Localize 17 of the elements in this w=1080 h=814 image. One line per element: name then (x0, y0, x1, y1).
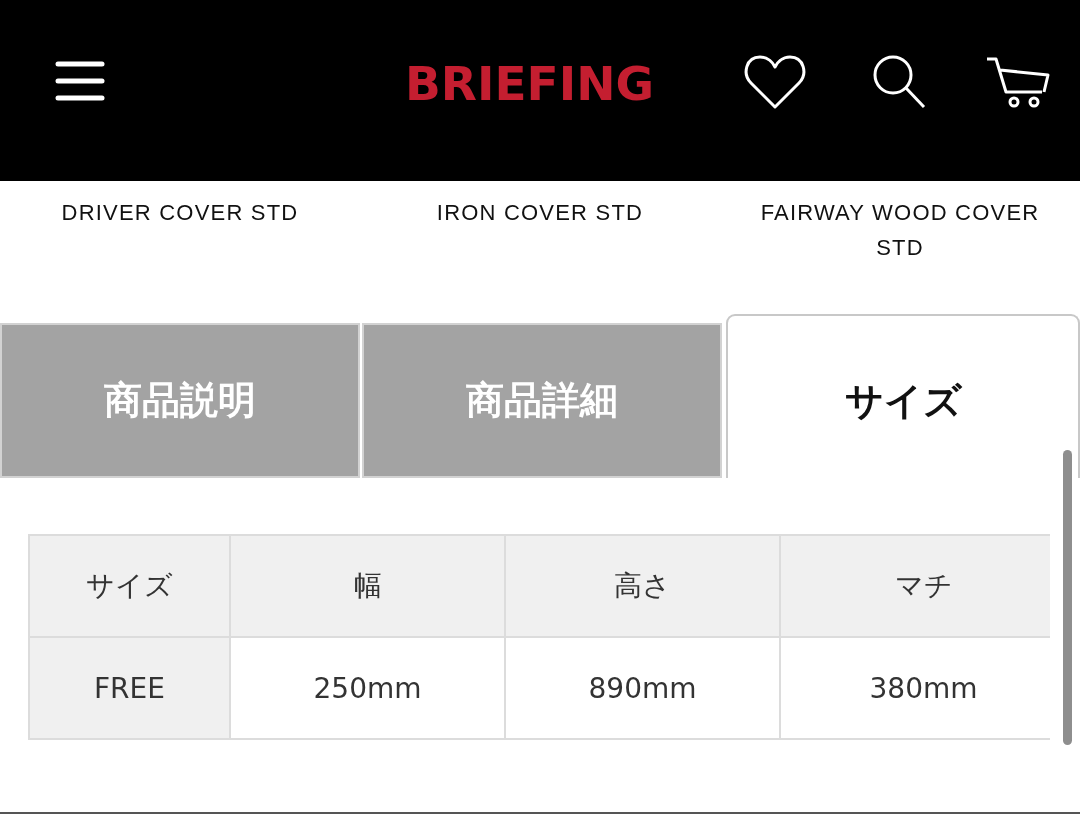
menu-icon[interactable] (55, 60, 105, 101)
table-header-cell: 高さ (506, 536, 781, 638)
product-name-link[interactable]: DRIVER COVER STD (30, 195, 330, 230)
heart-icon[interactable] (744, 53, 806, 110)
brand-logo[interactable]: BRIEFING (405, 56, 655, 111)
table-header-cell: サイズ (30, 536, 231, 638)
table-cell: 890mm (506, 638, 781, 740)
search-icon[interactable] (872, 54, 926, 109)
table-cell: FREE (30, 638, 231, 740)
table-header-cell: 幅 (231, 536, 506, 638)
table-cell: 250mm (231, 638, 506, 740)
table-header-cell: マチ (781, 536, 1050, 638)
cart-icon[interactable] (986, 55, 1050, 108)
tab[interactable]: サイズ (726, 314, 1080, 478)
product-name-link[interactable]: IRON COVER STD (390, 195, 690, 230)
product-name-link[interactable]: FAIRWAY WOOD COVER STD (750, 195, 1050, 265)
scrollbar[interactable] (1063, 450, 1072, 745)
